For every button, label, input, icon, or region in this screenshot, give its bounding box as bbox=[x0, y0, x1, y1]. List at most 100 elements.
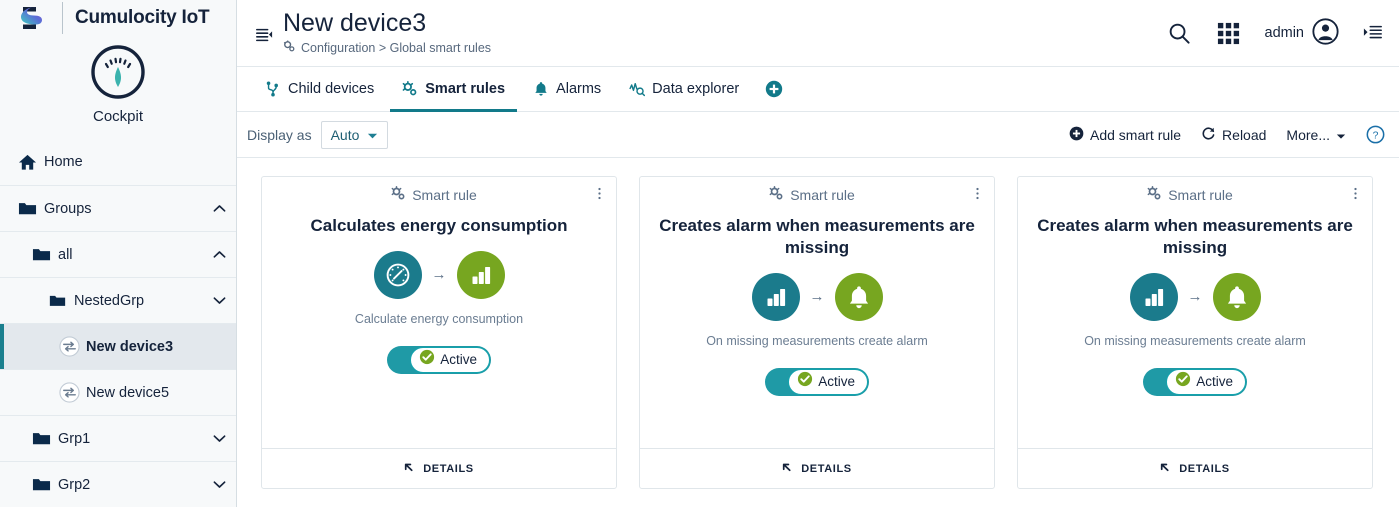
card-header: Smart rule bbox=[262, 177, 616, 213]
check-circle-icon bbox=[419, 349, 435, 370]
sidebar-item-label: all bbox=[58, 246, 73, 263]
sidebar-nav-list: Home Groups all NestedGrp New device3 New dev… bbox=[0, 139, 236, 507]
toolbar-actions: Add smart rule Reload More... ? bbox=[1069, 125, 1385, 144]
kebab-menu-icon[interactable] bbox=[971, 183, 984, 207]
sidebar-item-grp1[interactable]: Grp1 bbox=[0, 415, 236, 461]
smart-rule-icon bbox=[402, 81, 418, 97]
user-menu[interactable]: admin bbox=[1264, 17, 1340, 49]
toggle-knob: Active bbox=[788, 368, 868, 395]
flow-arrow-icon: → bbox=[431, 266, 447, 284]
sidebar-item-label: New device5 bbox=[86, 384, 170, 401]
display-as-value: Auto bbox=[330, 126, 360, 143]
card-title: Creates alarm when measurements are miss… bbox=[659, 216, 975, 257]
add-tab-button[interactable] bbox=[755, 67, 793, 111]
toggle-knob: Active bbox=[410, 346, 490, 373]
rule-status-toggle[interactable]: Active bbox=[1143, 367, 1247, 396]
tab-alarms[interactable]: Alarms bbox=[521, 67, 613, 111]
search-icon[interactable] bbox=[1167, 21, 1192, 46]
check-circle-icon bbox=[1175, 371, 1191, 392]
card-details-button[interactable]: DETAILS bbox=[1018, 448, 1372, 488]
sidebar-item-all[interactable]: all bbox=[0, 231, 236, 277]
card-body: Creates alarm when measurements are miss… bbox=[1018, 213, 1372, 448]
card-header: Smart rule bbox=[1018, 177, 1372, 213]
header-actions: admin bbox=[1167, 17, 1384, 49]
brand-header[interactable]: Cumulocity IoT bbox=[0, 0, 236, 35]
tab-label: Smart rules bbox=[425, 81, 506, 97]
chevron-up-icon[interactable] bbox=[202, 204, 236, 213]
flow-arrow-icon: → bbox=[809, 288, 825, 305]
rule-status-toggle-wrap: Active bbox=[1143, 367, 1247, 396]
sidebar-item-nestedgrp[interactable]: NestedGrp bbox=[0, 277, 236, 323]
top-header: New device3 Configuration > Global smart… bbox=[237, 0, 1399, 67]
plus-circle-icon bbox=[1069, 126, 1084, 144]
card-details-button[interactable]: DETAILS bbox=[640, 448, 994, 488]
application-block[interactable]: Cockpit bbox=[0, 35, 236, 139]
sidebar-item-home[interactable]: Home bbox=[0, 139, 236, 185]
smart-rule-card[interactable]: Smart rule Creates alarm when measuremen… bbox=[639, 176, 995, 489]
tab-data-explorer[interactable]: Data explorer bbox=[617, 67, 751, 111]
card-type-label: Smart rule bbox=[769, 185, 855, 204]
chevron-up-icon[interactable] bbox=[202, 250, 236, 259]
rule-description: On missing measurements create alarm bbox=[706, 333, 928, 348]
add-smart-rule-button[interactable]: Add smart rule bbox=[1069, 126, 1181, 144]
card-details-button[interactable]: DETAILS bbox=[262, 448, 616, 488]
data-explorer-icon bbox=[629, 81, 646, 97]
gauge-icon bbox=[89, 43, 147, 101]
sidebar-item-label: Grp2 bbox=[58, 476, 91, 493]
page-title: New device3 bbox=[283, 9, 427, 38]
smart-rule-card[interactable]: Smart rule Creates alarm when measuremen… bbox=[1017, 176, 1373, 489]
app-switcher-icon[interactable] bbox=[1216, 21, 1241, 46]
smart-rule-card[interactable]: Smart rule Calculates energy consumption… bbox=[261, 176, 617, 489]
rule-flow: → bbox=[1129, 272, 1261, 321]
toggle-knob: Active bbox=[1166, 368, 1246, 395]
device-icon bbox=[52, 336, 86, 357]
right-drawer-icon[interactable] bbox=[1363, 23, 1383, 43]
help-circle-icon[interactable]: ? bbox=[1366, 125, 1385, 144]
card-header: Smart rule bbox=[640, 177, 994, 213]
rule-flow: → bbox=[373, 250, 505, 299]
reload-button[interactable]: Reload bbox=[1201, 126, 1266, 144]
card-type-label: Smart rule bbox=[1147, 185, 1233, 204]
details-label: DETAILS bbox=[801, 462, 852, 475]
smart-rule-card-list: Smart rule Calculates energy consumption… bbox=[237, 158, 1399, 507]
chevron-down-icon[interactable] bbox=[202, 434, 236, 443]
sidebar-item-label: New device3 bbox=[86, 338, 174, 355]
details-label: DETAILS bbox=[1179, 462, 1230, 475]
chevron-down-icon[interactable] bbox=[202, 296, 236, 305]
smart-rule-icon bbox=[391, 185, 406, 204]
user-name: admin bbox=[1264, 25, 1305, 41]
refresh-icon bbox=[1201, 126, 1216, 144]
flow-arrow-icon: → bbox=[1187, 288, 1203, 305]
kebab-menu-icon[interactable] bbox=[1349, 183, 1362, 207]
card-body: Creates alarm when measurements are miss… bbox=[640, 213, 994, 448]
sidebar-item-groups[interactable]: Groups bbox=[0, 185, 236, 231]
card-type-label: Smart rule bbox=[391, 185, 477, 204]
add-smart-rule-label: Add smart rule bbox=[1090, 126, 1182, 143]
main-content: New device3 Configuration > Global smart… bbox=[237, 0, 1399, 507]
chevron-down-icon[interactable] bbox=[202, 480, 236, 489]
tab-child-devices[interactable]: Child devices bbox=[253, 67, 386, 111]
more-menu-button[interactable]: More... bbox=[1286, 127, 1346, 143]
card-body: Calculates energy consumption → Calculat… bbox=[262, 213, 616, 448]
folder-icon bbox=[24, 431, 58, 446]
sidebar-item-label: Grp1 bbox=[58, 430, 91, 447]
collapse-sidebar-icon[interactable] bbox=[251, 26, 277, 44]
rule-description: Calculate energy consumption bbox=[354, 311, 524, 326]
cumulocity-logo-icon bbox=[16, 1, 50, 35]
rule-status-toggle[interactable]: Active bbox=[387, 345, 491, 374]
sidebar-item-grp2[interactable]: Grp2 bbox=[0, 461, 236, 507]
tab-label: Alarms bbox=[556, 81, 602, 97]
home-icon bbox=[10, 153, 44, 172]
reload-label: Reload bbox=[1222, 126, 1267, 143]
sidebar-item-new-device3[interactable]: New device3 bbox=[0, 323, 236, 369]
card-title: Calculates energy consumption bbox=[310, 216, 568, 235]
sidebar-item-new-device5[interactable]: New device5 bbox=[0, 369, 236, 415]
kebab-menu-icon[interactable] bbox=[593, 183, 606, 207]
tab-smart-rules[interactable]: Smart rules bbox=[390, 67, 517, 112]
card-type-text: Smart rule bbox=[412, 187, 477, 203]
smart-rule-icon bbox=[769, 185, 784, 204]
rule-status-toggle[interactable]: Active bbox=[765, 367, 869, 396]
chevron-down-icon bbox=[367, 127, 378, 143]
breadcrumb[interactable]: Configuration > Global smart rules bbox=[283, 40, 1167, 56]
display-as-select[interactable]: Auto bbox=[320, 120, 389, 149]
